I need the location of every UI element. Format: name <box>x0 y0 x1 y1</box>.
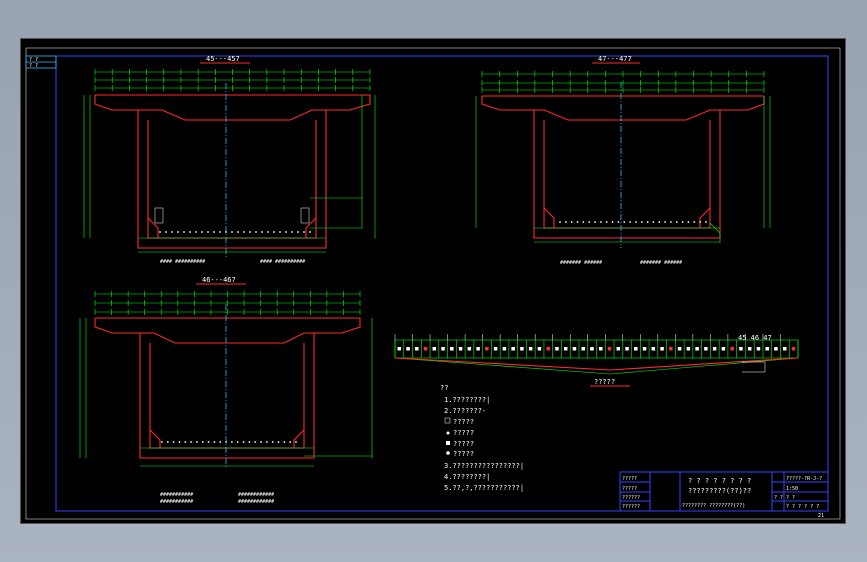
tb-row3-left: ? ? <box>774 495 783 501</box>
svg-text:############: ############ <box>238 492 274 498</box>
tb-drawing-subname: ???????? ????????(??) <box>682 503 745 509</box>
note-line-3: ????? <box>453 418 474 426</box>
svg-text:###########: ########### <box>160 492 193 498</box>
note-line-4: ????? <box>453 429 474 437</box>
section-47-477: 47---477 ####### ###### ####### ###### <box>475 55 771 266</box>
title-block: ????? ????? ?????? ?????? ? ? ? ? ? ? ? … <box>619 471 829 512</box>
tb-drawing-name: ?????????(??)?? <box>688 487 751 495</box>
note-symbol-1 <box>444 417 451 424</box>
top-left-tag-line2: ? ? <box>29 63 38 69</box>
tb-drawing-no: ?????-?R-J-? <box>786 476 822 482</box>
section-46-467: 46---467 ########### ########### #######… <box>79 276 373 505</box>
note-symbol-2 <box>446 431 450 435</box>
outer-border <box>25 47 841 520</box>
cad-drawing: ? ? ? ? 45---457 #### ########## #### ##… <box>25 47 841 520</box>
top-left-tag: ? ? ? ? <box>25 55 57 69</box>
note-line-8: 4.????????| <box>444 473 490 481</box>
svg-text:############: ############ <box>238 499 274 505</box>
tb-project-name: ? ? ? ? ? ? ? ? <box>688 477 751 485</box>
section-title-45-457: 45---457 <box>206 55 240 63</box>
tb-scale: 1:50 <box>786 486 798 492</box>
tb-left-cell-2: ????? <box>622 486 637 492</box>
cad-viewport[interactable]: ? ? ? ? 45---457 #### ########## #### ##… <box>20 38 846 524</box>
tb-left-cell-3: ?????? <box>622 495 640 501</box>
section-title-46-467: 46---467 <box>202 276 236 284</box>
notes: ?? 1.????????| 2.???????- ????? ????? ??… <box>440 384 524 492</box>
longitudinal-right-tag: 45 46 47 <box>738 334 772 342</box>
longitudinal-label: ????? <box>594 378 615 386</box>
svg-text:#### ##########: #### ########## <box>160 259 205 265</box>
svg-text:####### ######: ####### ###### <box>560 260 602 266</box>
svg-text:####### ######: ####### ###### <box>640 260 682 266</box>
note-line-7: 3.????????????????| <box>444 462 524 470</box>
inner-border <box>55 55 829 512</box>
section-45-457: 45---457 #### ########## #### ########## <box>83 55 376 265</box>
tb-left-cell-4: ?????? <box>622 504 640 510</box>
tb-row3-right: ? ? <box>786 495 795 501</box>
note-symbol-3 <box>446 441 450 445</box>
note-line-6: ????? <box>453 450 474 458</box>
svg-text:#### ##########: #### ########## <box>260 259 305 265</box>
note-symbol-4 <box>446 451 450 455</box>
tb-left-cell-1: ????? <box>622 476 637 482</box>
note-line-2: 2.???????- <box>444 407 486 415</box>
sheet-number: 21 <box>818 513 824 519</box>
notes-heading: ?? <box>440 384 448 392</box>
note-line-1: 1.????????| <box>444 396 490 404</box>
note-line-5: ????? <box>453 440 474 448</box>
section-title-47-477: 47---477 <box>598 55 632 63</box>
note-line-9: 5.??,?,???????????| <box>444 484 524 492</box>
svg-text:###########: ########### <box>160 499 193 505</box>
tb-row4: ? ? ? ? ? ? <box>786 504 819 510</box>
